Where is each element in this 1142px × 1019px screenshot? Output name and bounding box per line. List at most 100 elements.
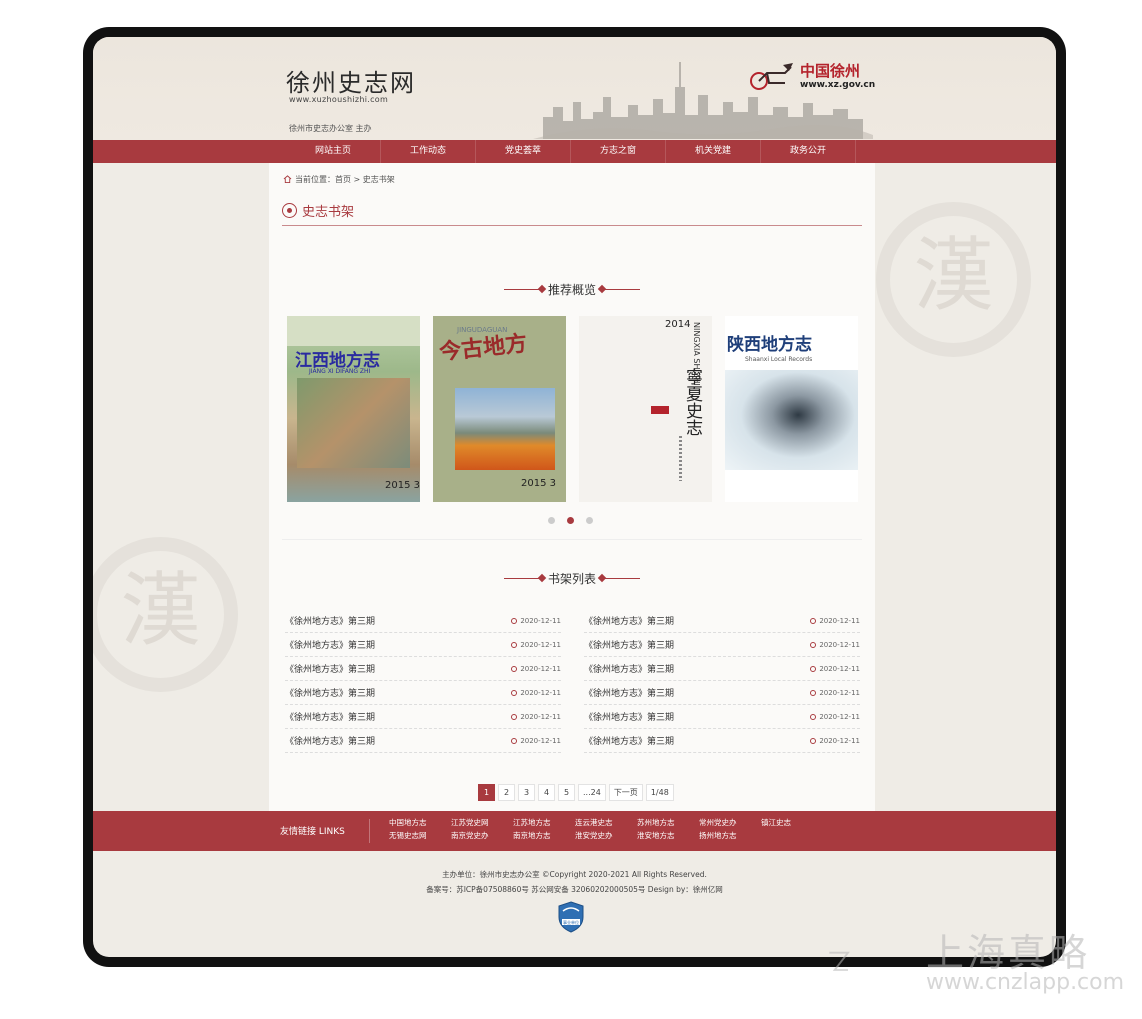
list-item-title[interactable]: 《徐州地方志》第三期 — [584, 662, 674, 675]
partner-logo-title[interactable]: 中国徐州 — [800, 60, 860, 81]
friend-link[interactable]: 淮安地方志 — [637, 830, 699, 841]
list-item[interactable]: 《徐州地方志》第三期 2020-12-11 — [584, 633, 860, 657]
shelf-list-left: 《徐州地方志》第三期 2020-12-11 《徐州地方志》第三期 2020-12-1… — [285, 609, 561, 753]
main-nav: 网站主页 工作动态 党史荟萃 方志之窗 机关党建 政务公开 — [93, 140, 1056, 163]
date-text: 2020-12-11 — [520, 664, 561, 673]
friend-link[interactable]: 中国地方志 — [389, 817, 451, 828]
carousel-dot-active[interactable] — [567, 517, 574, 524]
friend-link[interactable]: 苏州地方志 — [637, 817, 699, 828]
friend-link[interactable]: 扬州地方志 — [699, 830, 761, 841]
list-item-title[interactable]: 《徐州地方志》第三期 — [584, 614, 674, 627]
page-count: 1/48 — [645, 784, 674, 801]
list-item-title[interactable]: 《徐州地方志》第三期 — [285, 614, 375, 627]
friend-link[interactable]: 江苏党史网 — [451, 817, 513, 828]
book-title: 寧夏史志 — [682, 368, 702, 436]
friend-link[interactable]: 江苏地方志 — [513, 817, 575, 828]
list-item-title[interactable]: 《徐州地方志》第三期 — [285, 686, 375, 699]
list-item-title[interactable]: 《徐州地方志》第三期 — [285, 662, 375, 675]
clock-icon — [511, 665, 518, 672]
list-item-date: 2020-12-11 — [511, 665, 561, 673]
list-item-title[interactable]: 《徐州地方志》第三期 — [584, 686, 674, 699]
friend-links: 中国地方志 江苏党史网 江苏地方志 连云港史志 苏州地方志 常州党史办 镇江史志… — [389, 817, 823, 841]
list-item[interactable]: 《徐州地方志》第三期 2020-12-11 — [285, 705, 561, 729]
heading-ornament-left — [503, 289, 542, 290]
nav-item-chronicles[interactable]: 方志之窗 — [571, 140, 666, 163]
list-item-title[interactable]: 《徐州地方志》第三期 — [584, 710, 674, 723]
list-item[interactable]: 《徐州地方志》第三期 2020-12-11 — [584, 705, 860, 729]
book-cover[interactable]: 今古地方 JINGUDAGUAN 2015 3 — [433, 316, 566, 502]
list-item-date: 2020-12-11 — [511, 713, 561, 721]
list-item[interactable]: 《徐州地方志》第三期 2020-12-11 — [285, 657, 561, 681]
list-item-title[interactable]: 《徐州地方志》第三期 — [584, 638, 674, 651]
friend-link[interactable]: 镇江史志 — [761, 817, 823, 828]
shelf-list-right: 《徐州地方志》第三期 2020-12-11 《徐州地方志》第三期 2020-12-1… — [584, 609, 860, 753]
list-item-title[interactable]: 《徐州地方志》第三期 — [584, 734, 674, 747]
list-item[interactable]: 《徐州地方志》第三期 2020-12-11 — [584, 681, 860, 705]
clock-icon — [511, 641, 518, 648]
friend-link[interactable]: 淮安党史办 — [575, 830, 637, 841]
clock-icon — [810, 641, 817, 648]
device-frame: 漢 漢 徐州史志网 www.xuzhoushizhi.com 徐州市史志办公室 … — [83, 27, 1066, 967]
list-item[interactable]: 《徐州地方志》第三期 2020-12-11 — [584, 729, 860, 753]
list-item[interactable]: 《徐州地方志》第三期 2020-12-11 — [584, 657, 860, 681]
friend-link[interactable]: 无锡史志网 — [389, 830, 451, 841]
nav-item-government[interactable]: 政务公开 — [761, 140, 856, 163]
carousel-dot[interactable] — [586, 517, 593, 524]
book-cover[interactable]: 陕西地方志 Shaanxi Local Records — [725, 316, 858, 502]
page-3-button[interactable]: 3 — [518, 784, 535, 801]
carousel-dot[interactable] — [548, 517, 555, 524]
date-text: 2020-12-11 — [520, 712, 561, 721]
book-cover[interactable]: 江西地方志 JIANG XI DIFANG ZHI 2015 3 — [287, 316, 420, 502]
chariot-emblem-icon — [750, 63, 793, 90]
list-item[interactable]: 《徐州地方志》第三期 2020-12-11 — [285, 729, 561, 753]
page-2-button[interactable]: 2 — [498, 784, 515, 801]
pagination: 1 2 3 4 5 ...24 下一页 1/48 — [478, 784, 674, 801]
date-text: 2020-12-11 — [520, 688, 561, 697]
list-item[interactable]: 《徐州地方志》第三期 2020-12-11 — [285, 681, 561, 705]
brand-z-logo-icon — [829, 951, 850, 971]
friend-link[interactable]: 常州党史办 — [699, 817, 761, 828]
list-item-date: 2020-12-11 — [810, 641, 860, 649]
list-heading-text: 书架列表 — [547, 572, 596, 586]
list-item[interactable]: 《徐州地方志》第三期 2020-12-11 — [584, 609, 860, 633]
list-item[interactable]: 《徐州地方志》第三期 2020-12-11 — [285, 609, 561, 633]
nav-item-home[interactable]: 网站主页 — [286, 140, 381, 163]
friend-links-label: 友情链接 LINKS — [280, 827, 345, 837]
site-logo-title[interactable]: 徐州史志网 — [286, 63, 416, 98]
heading-ornament-right — [602, 289, 640, 290]
heading-ornament-right — [602, 578, 640, 579]
list-item-title[interactable]: 《徐州地方志》第三期 — [285, 734, 375, 747]
date-text: 2020-12-11 — [520, 616, 561, 625]
friend-link[interactable]: 连云港史志 — [575, 817, 637, 828]
site-header: 徐州史志网 www.xuzhoushizhi.com 徐州市史志办公室 主办 中… — [93, 37, 1056, 140]
page-4-button[interactable]: 4 — [538, 784, 555, 801]
section-title-icon — [282, 203, 297, 218]
friend-link[interactable]: 南京地方志 — [513, 830, 575, 841]
book-cover[interactable]: 2014 NINGXIA SHIZHI 寧夏史志 — [579, 316, 712, 502]
book-issue: 2014 — [665, 319, 691, 330]
screen: 漢 漢 徐州史志网 www.xuzhoushizhi.com 徐州市史志办公室 … — [93, 37, 1056, 957]
list-item-title[interactable]: 《徐州地方志》第三期 — [285, 710, 375, 723]
breadcrumb: 当前位置：首页 > 史志书架 — [283, 174, 395, 185]
page-5-button[interactable]: 5 — [558, 784, 575, 801]
clock-icon — [810, 689, 817, 696]
badge-label: 事业单位 — [563, 919, 579, 925]
list-item-title[interactable]: 《徐州地方志》第三期 — [285, 638, 375, 651]
list-item-date: 2020-12-11 — [810, 737, 860, 745]
page-1-button[interactable]: 1 — [478, 784, 495, 801]
next-page-button[interactable]: 下一页 — [608, 784, 643, 801]
breadcrumb-text[interactable]: 当前位置：首页 > 史志书架 — [295, 175, 395, 184]
nav-item-work[interactable]: 工作动态 — [381, 140, 476, 163]
clock-icon — [511, 617, 518, 624]
list-item-date: 2020-12-11 — [810, 665, 860, 673]
footer-icp[interactable]: 备案号：苏ICP备07508860号 苏公网安备 32060202000505号… — [93, 884, 1056, 895]
list-item[interactable]: 《徐州地方志》第三期 2020-12-11 — [285, 633, 561, 657]
nav-item-party-building[interactable]: 机关党建 — [666, 140, 761, 163]
nav-item-party-history[interactable]: 党史荟萃 — [476, 140, 571, 163]
friend-link[interactable]: 南京党史办 — [451, 830, 513, 841]
list-item-date: 2020-12-11 — [810, 689, 860, 697]
page-24-button[interactable]: ...24 — [578, 784, 606, 801]
public-institution-badge-icon[interactable]: 事业单位 — [558, 901, 584, 933]
links-divider — [369, 819, 370, 843]
partner-logo-url: www.xz.gov.cn — [800, 80, 876, 90]
